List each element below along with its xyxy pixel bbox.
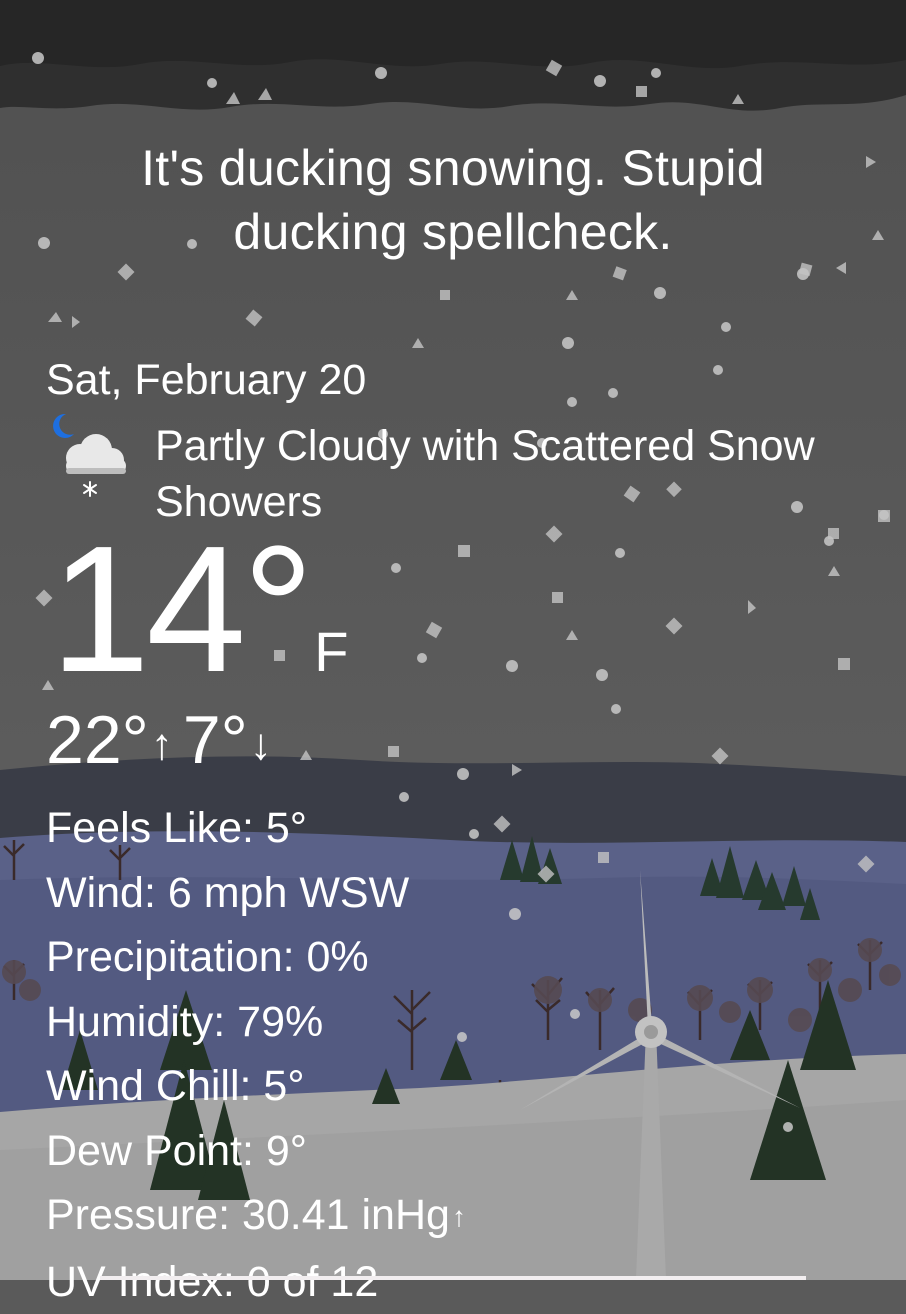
weather-details-list: Feels Like: 5° Wind: 6 mph WSW Precipita…: [46, 796, 466, 1314]
detail-precipitation: Precipitation: 0%: [46, 933, 369, 981]
low-temperature: 7°: [182, 702, 248, 778]
detail-feels-like: Feels Like: 5°: [46, 804, 307, 852]
forecast-date: Sat, February 20: [46, 356, 367, 404]
arrow-up-icon: ↑: [150, 720, 173, 770]
high-temperature: 22°: [46, 702, 149, 778]
detail-wind-chill: Wind Chill: 5°: [46, 1062, 305, 1110]
temperature-value: 14°: [50, 509, 314, 710]
detail-humidity: Humidity: 79%: [46, 997, 324, 1046]
detail-pressure: Pressure: 30.41 inHg↑: [46, 1183, 466, 1250]
navigation-handle[interactable]: [100, 1276, 806, 1280]
weather-headline: It's ducking snowing. Stupid ducking spe…: [141, 140, 765, 260]
arrow-up-small-icon: ↑: [451, 1201, 466, 1233]
detail-pressure-text: Pressure: 30.41 inHg: [46, 1191, 450, 1239]
arrow-down-icon: ↓: [249, 720, 272, 770]
detail-dew-point: Dew Point: 9°: [46, 1126, 307, 1175]
night-partly-cloudy-snow-icon: [46, 410, 136, 506]
storm-cloud: [0, 0, 906, 111]
temperature-unit: F: [314, 620, 349, 683]
high-low-temperatures: 22°↑ 7°↓: [46, 700, 282, 785]
current-temperature: 14°F: [50, 520, 348, 710]
detail-uv-index: UV Index: 0 of 12: [46, 1257, 379, 1306]
detail-wind: Wind: 6 mph WSW: [46, 868, 410, 917]
